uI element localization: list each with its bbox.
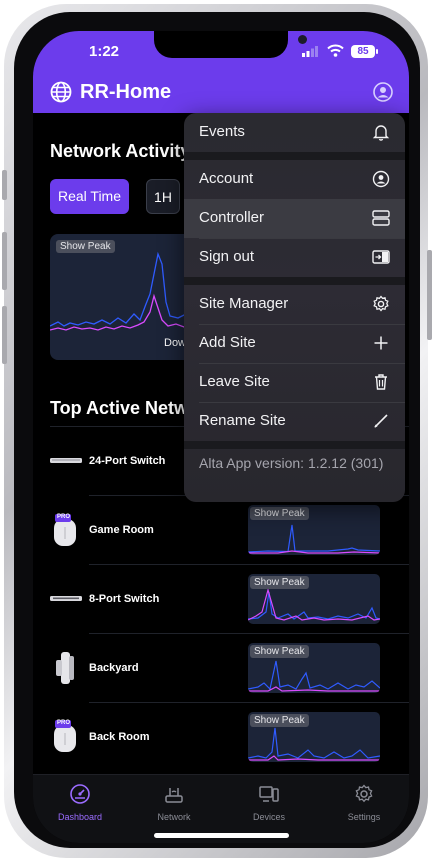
- user-circle-icon: [372, 170, 390, 188]
- account-dropdown-menu: Events Account Controller Sign out Site …: [184, 113, 405, 502]
- power-button: [427, 250, 432, 340]
- menu-separator: [184, 277, 405, 285]
- volume-down-button: [2, 306, 7, 364]
- cellular-signal-icon: [302, 46, 318, 57]
- device-name: Backyard: [89, 662, 139, 674]
- menu-item-controller[interactable]: Controller: [184, 199, 405, 238]
- site-title: RR-Home: [80, 81, 172, 103]
- device-activity-chart: Show Peak: [248, 505, 380, 555]
- pencil-icon: [374, 414, 388, 428]
- sign-out-icon: [372, 250, 390, 264]
- device-activity-chart: Show Peak: [248, 712, 380, 762]
- app-screen: 1:22 85 RR-Home Network Activity Real Ti…: [33, 31, 409, 843]
- switch-icon: [50, 596, 82, 601]
- settings-icon: [355, 784, 373, 803]
- app-header: 1:22 85 RR-Home: [33, 31, 409, 113]
- tab-devices[interactable]: Devices: [229, 783, 309, 822]
- show-peak-badge[interactable]: Show Peak: [250, 714, 309, 727]
- download-legend-label: Dow: [164, 337, 187, 349]
- menu-item-rename-site[interactable]: Rename Site: [184, 402, 405, 441]
- device-activity-chart: Show Peak: [248, 574, 380, 624]
- wifi-icon: [327, 44, 344, 57]
- device-name: 24-Port Switch: [89, 455, 166, 467]
- network-icon: [165, 788, 183, 803]
- row-divider: [89, 564, 409, 565]
- home-indicator[interactable]: [154, 833, 289, 838]
- menu-item-site-manager[interactable]: Site Manager: [184, 285, 405, 324]
- menu-item-label: Sign out: [199, 248, 255, 265]
- switch-icon: [50, 458, 82, 463]
- notch: [154, 31, 307, 58]
- show-peak-badge[interactable]: Show Peak: [250, 645, 309, 658]
- menu-item-label: Account: [199, 170, 254, 187]
- controller-icon: [372, 210, 390, 226]
- menu-separator: [184, 152, 405, 160]
- devices-icon: [259, 786, 279, 802]
- globe-icon[interactable]: [50, 81, 72, 103]
- status-time: 1:22: [89, 43, 120, 60]
- trash-icon: [375, 374, 387, 390]
- device-name: 8-Port Switch: [89, 593, 160, 605]
- show-peak-badge[interactable]: Show Peak: [250, 507, 309, 520]
- dashboard-icon: [70, 784, 90, 804]
- outdoor-ap-icon: [56, 652, 74, 684]
- front-camera: [298, 35, 307, 44]
- pro-badge: PRO: [57, 514, 71, 520]
- tab-dashboard[interactable]: Dashboard: [40, 783, 120, 822]
- one-hour-button[interactable]: 1H: [146, 179, 180, 214]
- show-peak-badge[interactable]: Show Peak: [250, 576, 309, 589]
- mute-switch: [2, 170, 7, 200]
- menu-item-events[interactable]: Events: [184, 113, 405, 152]
- app-version-label: Alta App version: 1.2.12 (301): [199, 455, 384, 471]
- menu-item-add-site[interactable]: Add Site: [184, 324, 405, 363]
- pro-badge: PRO: [57, 720, 71, 726]
- menu-separator: [184, 441, 405, 449]
- menu-item-label: Leave Site: [199, 373, 270, 390]
- menu-item-leave-site[interactable]: Leave Site: [184, 363, 405, 402]
- plus-icon: [374, 336, 388, 350]
- row-divider: [89, 633, 409, 634]
- volume-up-button: [2, 232, 7, 290]
- menu-item-label: Add Site: [199, 334, 256, 351]
- gear-icon: [373, 295, 389, 312]
- battery-indicator: 85: [351, 45, 378, 58]
- menu-item-label: Site Manager: [199, 295, 289, 312]
- menu-item-sign-out[interactable]: Sign out: [184, 238, 405, 277]
- tab-network[interactable]: Network: [134, 783, 214, 822]
- tab-label: Network: [157, 812, 191, 822]
- menu-item-label: Controller: [199, 209, 265, 226]
- bell-icon: [372, 125, 390, 141]
- menu-item-label: Events: [199, 123, 245, 140]
- tab-settings[interactable]: Settings: [324, 783, 404, 822]
- device-activity-chart: Show Peak: [248, 643, 380, 693]
- profile-icon[interactable]: [373, 82, 393, 102]
- menu-item-account[interactable]: Account: [184, 160, 405, 199]
- network-activity-title: Network Activity: [50, 141, 191, 161]
- device-name: Back Room: [89, 731, 150, 743]
- row-divider: [89, 702, 409, 703]
- tab-label: Devices: [252, 812, 285, 822]
- menu-item-label: Rename Site: [199, 412, 286, 429]
- show-peak-badge[interactable]: Show Peak: [56, 240, 115, 253]
- top-active-title: Top Active Netwo: [50, 398, 200, 418]
- tab-label: Dashboard: [57, 812, 103, 822]
- tab-label: Settings: [347, 812, 381, 822]
- real-time-button[interactable]: Real Time: [50, 179, 129, 214]
- device-name: Game Room: [89, 524, 154, 536]
